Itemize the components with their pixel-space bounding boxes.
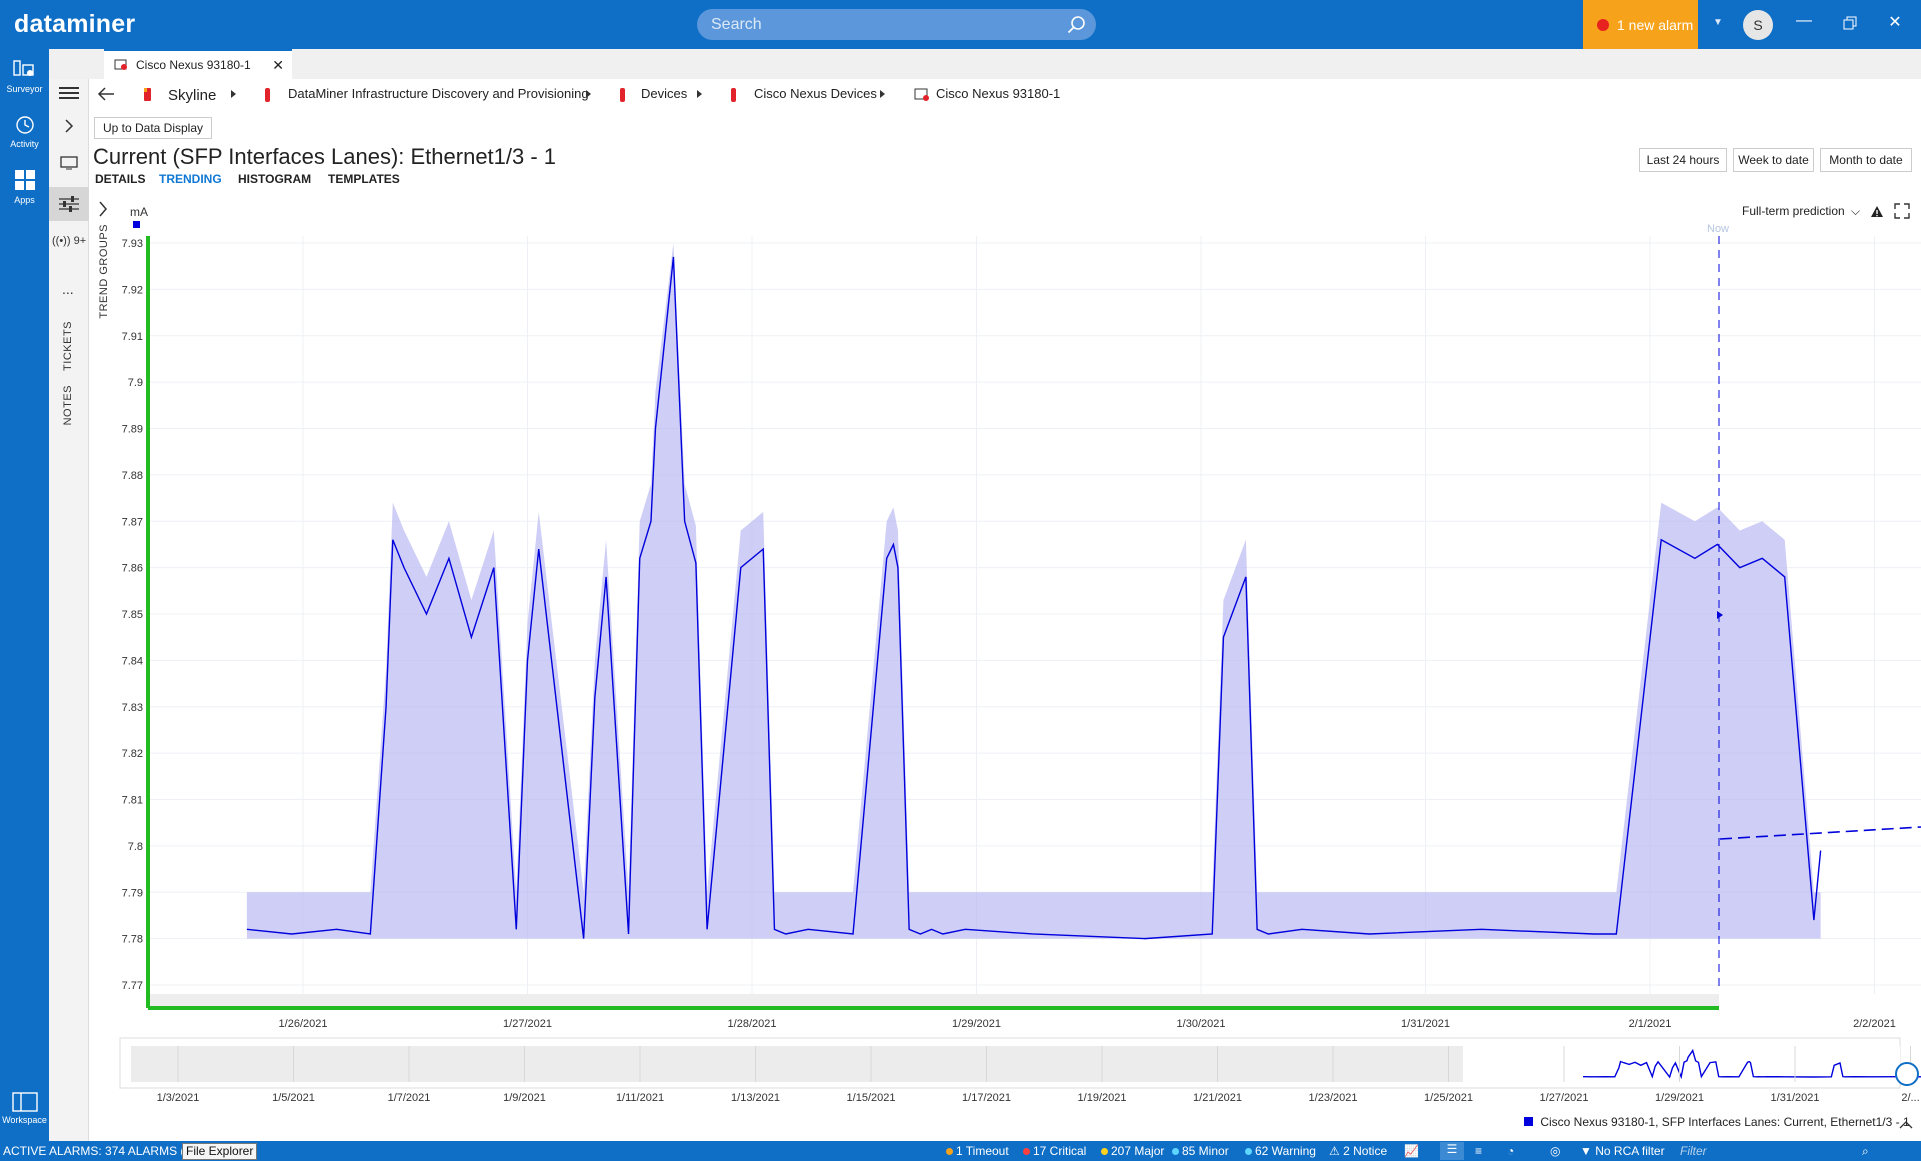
pie-view-icon[interactable]: ◔	[1507, 1144, 1514, 1158]
rca-filter[interactable]: ▼ No RCA filter	[1580, 1144, 1665, 1158]
y-tick-label: 7.8	[128, 841, 143, 853]
alarm-filter-input[interactable]	[1680, 1142, 1840, 1160]
x-tick-label: 1/31/2021	[1401, 1018, 1450, 1030]
chart-view-icon[interactable]: 📈	[1404, 1144, 1419, 1158]
search-icon[interactable]: ⌕	[1862, 1144, 1869, 1159]
legend-swatch	[1524, 1117, 1533, 1126]
overview-tick-label: 1/13/2021	[731, 1092, 780, 1104]
notice-count[interactable]: ⚠ 2 Notice	[1329, 1144, 1387, 1158]
y-tick-label: 7.87	[122, 516, 143, 528]
overview-handle-icon[interactable]	[1895, 1062, 1919, 1086]
y-tick-label: 7.85	[122, 609, 143, 621]
legend[interactable]: Cisco Nexus 93180-1, SFP Interfaces Lane…	[1524, 1115, 1910, 1129]
taskbar-tooltip: File Explorer	[182, 1143, 258, 1160]
overview-tick-label: 1/9/2021	[503, 1092, 546, 1104]
now-label: Now	[1707, 223, 1729, 235]
focus-icon[interactable]: ◎	[1550, 1144, 1560, 1158]
overview-tick-label: 1/27/2021	[1540, 1092, 1589, 1104]
overview-tick-label: 1/5/2021	[272, 1092, 315, 1104]
minor-count[interactable]: 85 Minor	[1172, 1144, 1229, 1158]
overview-tick-label: 1/23/2021	[1309, 1092, 1358, 1104]
y-tick-label: 7.79	[122, 887, 143, 899]
y-tick-label: 7.77	[122, 980, 143, 992]
y-tick-label: 7.84	[122, 655, 143, 667]
y-axis-unit: mA	[130, 205, 148, 219]
major-count[interactable]: 207 Major	[1101, 1144, 1164, 1158]
x-tick-label: 1/26/2021	[279, 1018, 328, 1030]
overview-tick-label: 1/17/2021	[962, 1092, 1011, 1104]
overview-tick-label: 1/29/2021	[1655, 1092, 1704, 1104]
series-color-marker	[133, 221, 140, 228]
y-tick-label: 7.88	[122, 470, 143, 482]
y-tick-label: 7.86	[122, 563, 143, 575]
y-tick-label: 7.9	[128, 377, 143, 389]
overview-tick-label: 1/15/2021	[847, 1092, 896, 1104]
overview-tick-label: 1/19/2021	[1078, 1092, 1127, 1104]
x-tick-label: 1/29/2021	[952, 1018, 1001, 1030]
overview-tick-label: 1/21/2021	[1193, 1092, 1242, 1104]
x-tick-label: 2/1/2021	[1629, 1018, 1672, 1030]
funnel-icon: ▼	[1580, 1144, 1592, 1158]
warning-count[interactable]: 62 Warning	[1245, 1144, 1316, 1158]
y-tick-label: 7.81	[122, 795, 143, 807]
x-tick-label: 2/2/2021	[1853, 1018, 1896, 1030]
critical-count[interactable]: 17 Critical	[1023, 1144, 1086, 1158]
data-availability-strip	[150, 994, 1719, 1006]
min-max-band	[246, 243, 1821, 939]
overview-tick-label: 1/25/2021	[1424, 1092, 1473, 1104]
y-axis: 7.93 7.92 7.91 7.9 7.89 7.88 7.87 7.86 7.85 7.84 7…	[122, 238, 143, 992]
y-tick-label: 7.78	[122, 934, 143, 946]
active-alarms-count[interactable]: ACTIVE ALARMS: 374 ALARMS (18	[3, 1144, 198, 1158]
y-tick-label: 7.93	[122, 238, 143, 250]
x-tick-label: 1/28/2021	[728, 1018, 777, 1030]
timeout-count[interactable]: 1 Timeout	[946, 1144, 1009, 1158]
overview-tick-label: 1/7/2021	[388, 1092, 431, 1104]
overview-tick-label: 2/...	[1901, 1092, 1919, 1104]
trend-chart[interactable]: mA 7.937.927.917.97.897.887.877.867.857.…	[0, 0, 1921, 1141]
y-tick-label: 7.91	[122, 331, 143, 343]
y-tick-label: 7.82	[122, 748, 143, 760]
overview-tick-label: 1/31/2021	[1771, 1092, 1820, 1104]
overview-outside-range	[131, 1046, 1463, 1082]
x-tick-label: 1/27/2021	[503, 1018, 552, 1030]
warning-icon: ⚠	[1329, 1144, 1340, 1158]
status-bar: ACTIVE ALARMS: 374 ALARMS (18 1 Timeout …	[0, 1141, 1921, 1161]
overview-tick-label: 1/3/2021	[157, 1092, 200, 1104]
list-view-icon[interactable]: ☰	[1440, 1142, 1464, 1160]
collapse-up-icon[interactable]	[1899, 1117, 1913, 1132]
band-area	[246, 243, 1821, 939]
x-tick-label: 1/30/2021	[1177, 1018, 1226, 1030]
y-tick-label: 7.92	[122, 284, 143, 296]
y-tick-label: 7.89	[122, 424, 143, 436]
legend-label: Cisco Nexus 93180-1, SFP Interfaces Lane…	[1540, 1115, 1910, 1129]
overview-tick-label: 1/11/2021	[616, 1092, 664, 1104]
y-tick-label: 7.83	[122, 702, 143, 714]
sort-icon[interactable]: ≡	[1475, 1144, 1482, 1158]
x-axis: 1/26/2021 1/27/2021 1/28/2021 1/29/2021 1/30…	[279, 1018, 1896, 1030]
